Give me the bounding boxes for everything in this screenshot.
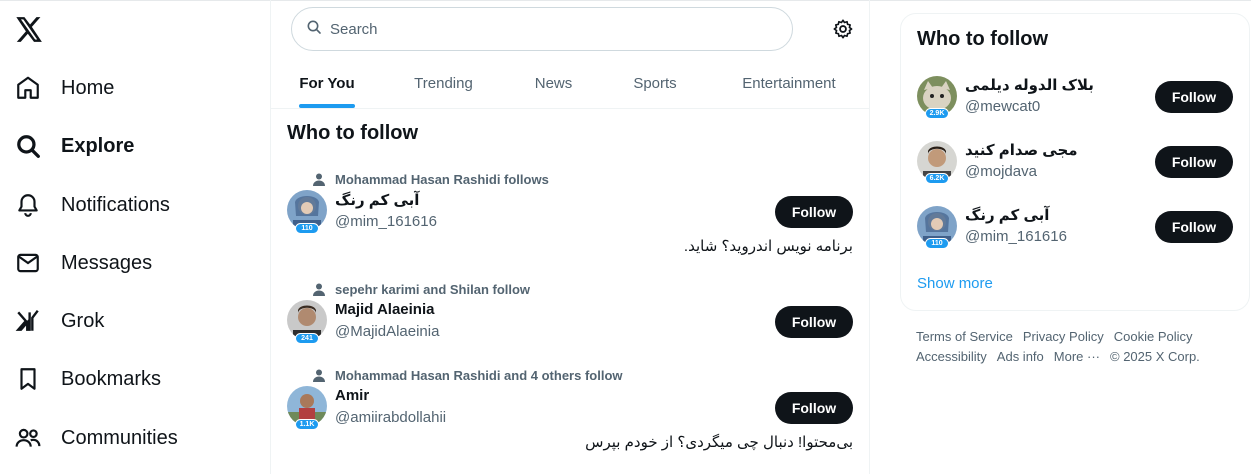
x-logo-icon[interactable] bbox=[14, 14, 44, 44]
tab-label: Trending bbox=[414, 74, 473, 92]
cookie-link[interactable]: Cookie Policy bbox=[1114, 329, 1193, 344]
user-bio: بی‌محتوا! دنبال چی میگردی؟ از خودم بپرس bbox=[585, 434, 853, 451]
user-handle[interactable]: @MajidAlaeinia bbox=[335, 323, 439, 340]
user-name[interactable]: آبی کم رنگ bbox=[335, 191, 419, 209]
show-more-link[interactable]: Show more bbox=[917, 275, 993, 292]
follow-button[interactable]: Follow bbox=[1155, 211, 1233, 243]
active-tab-indicator bbox=[299, 104, 355, 108]
search-input[interactable] bbox=[330, 20, 770, 38]
tab-trending[interactable]: Trending bbox=[396, 58, 491, 108]
bookmark-icon bbox=[14, 365, 42, 393]
person-icon bbox=[311, 281, 327, 297]
follow-suggestion-card[interactable]: Mohammad Hasan Rashidi and 4 others foll… bbox=[271, 361, 869, 461]
people-icon bbox=[14, 424, 42, 452]
search-icon bbox=[14, 132, 42, 160]
more-menu-link[interactable]: More ··· bbox=[1054, 349, 1100, 364]
user-handle[interactable]: @mojdava bbox=[965, 163, 1037, 180]
tab-for-you[interactable]: For You bbox=[287, 58, 367, 108]
person-icon bbox=[311, 171, 327, 187]
envelope-icon bbox=[14, 249, 42, 277]
gear-icon[interactable] bbox=[832, 18, 854, 40]
divider bbox=[869, 0, 870, 474]
tab-sports[interactable]: Sports bbox=[615, 58, 695, 108]
nav-label: Communities bbox=[61, 426, 178, 449]
left-sidebar: Home Explore Notifications Messages Grok… bbox=[0, 0, 270, 474]
nav-label: Bookmarks bbox=[61, 367, 162, 390]
follower-count-badge: 110 bbox=[295, 223, 319, 234]
nav-label: Messages bbox=[61, 251, 153, 274]
context-text: sepehr karimi and Shilan follow bbox=[335, 281, 531, 297]
nav-grok[interactable]: Grok bbox=[14, 301, 104, 341]
accessibility-link[interactable]: Accessibility bbox=[916, 349, 987, 364]
section-title: Who to follow bbox=[287, 122, 419, 144]
nav-messages[interactable]: Messages bbox=[14, 243, 152, 283]
person-icon bbox=[311, 367, 327, 383]
nav-label: Home bbox=[61, 76, 115, 99]
nav-notifications[interactable]: Notifications bbox=[14, 185, 170, 225]
main-column: For You Trending News Sports Entertainme… bbox=[271, 0, 869, 474]
follow-button[interactable]: Follow bbox=[775, 306, 853, 338]
ads-info-link[interactable]: Ads info bbox=[997, 349, 1044, 364]
user-handle[interactable]: @amiirabdollahii bbox=[335, 409, 446, 426]
tab-label: For You bbox=[299, 74, 355, 92]
privacy-link[interactable]: Privacy Policy bbox=[1023, 329, 1104, 344]
nav-label: Notifications bbox=[61, 193, 170, 216]
nav-communities[interactable]: Communities bbox=[14, 418, 178, 458]
user-name[interactable]: مجی صدام کنید bbox=[965, 141, 1078, 159]
tab-label: Sports bbox=[633, 74, 677, 92]
user-name[interactable]: Amir bbox=[335, 387, 369, 404]
social-context: Mohammad Hasan Rashidi follows bbox=[311, 171, 549, 187]
context-text: Mohammad Hasan Rashidi and 4 others foll… bbox=[335, 367, 623, 383]
tab-label: Entertainment bbox=[742, 74, 836, 92]
who-to-follow-panel: Who to follow 2.9K بلاک الدوله دیلمی @me… bbox=[900, 13, 1250, 311]
follow-suggestion-card[interactable]: Mohammad Hasan Rashidi follows 110 آبی ک… bbox=[271, 165, 869, 265]
follower-count-badge: 110 bbox=[925, 238, 949, 249]
user-name[interactable]: بلاک الدوله دیلمی bbox=[965, 76, 1094, 94]
home-icon bbox=[14, 74, 42, 102]
sidebar-user-row[interactable]: 110 آبی کم رنگ @mim_161616 Follow bbox=[901, 202, 1251, 262]
tab-news[interactable]: News bbox=[516, 58, 591, 108]
footer-links: Terms of Service Privacy Policy Cookie Pol… bbox=[916, 327, 1236, 367]
context-text: Mohammad Hasan Rashidi follows bbox=[335, 171, 549, 187]
bell-icon bbox=[14, 191, 42, 219]
sidebar-user-row[interactable]: 6.2K مجی صدام کنید @mojdava Follow bbox=[901, 137, 1251, 197]
follower-count-badge: 241 bbox=[295, 333, 319, 344]
follow-button[interactable]: Follow bbox=[775, 196, 853, 228]
follow-button[interactable]: Follow bbox=[1155, 81, 1233, 113]
follower-count-badge: 1.1K bbox=[295, 419, 319, 430]
nav-explore[interactable]: Explore bbox=[14, 126, 134, 166]
tab-entertainment[interactable]: Entertainment bbox=[729, 58, 849, 108]
nav-label: Grok bbox=[61, 309, 105, 332]
sidebar-user-row[interactable]: 2.9K بلاک الدوله دیلمی @mewcat0 Follow bbox=[901, 72, 1251, 132]
follower-count-badge: 6.2K bbox=[925, 173, 949, 184]
terms-link[interactable]: Terms of Service bbox=[916, 329, 1013, 344]
user-bio: برنامه نویس اندروید؟ شاید. bbox=[683, 238, 853, 255]
social-context: sepehr karimi and Shilan follow bbox=[311, 281, 530, 297]
social-context: Mohammad Hasan Rashidi and 4 others foll… bbox=[311, 367, 623, 383]
follow-suggestion-card[interactable]: sepehr karimi and Shilan follow 241 Maji… bbox=[271, 275, 869, 355]
user-name[interactable]: آبی کم رنگ bbox=[965, 206, 1049, 224]
follower-count-badge: 2.9K bbox=[925, 108, 949, 119]
copyright-text: © 2025 X Corp. bbox=[1110, 349, 1200, 364]
nav-bookmarks[interactable]: Bookmarks bbox=[14, 359, 161, 399]
user-handle[interactable]: @mim_161616 bbox=[965, 228, 1067, 245]
user-handle[interactable]: @mim_161616 bbox=[335, 213, 437, 230]
nav-home[interactable]: Home bbox=[14, 68, 114, 108]
user-handle[interactable]: @mewcat0 bbox=[965, 98, 1040, 115]
follow-button[interactable]: Follow bbox=[1155, 146, 1233, 178]
search-icon bbox=[306, 19, 322, 40]
search-box[interactable] bbox=[291, 7, 793, 51]
tab-label: News bbox=[534, 74, 573, 92]
panel-title: Who to follow bbox=[917, 28, 1049, 50]
follow-button[interactable]: Follow bbox=[775, 392, 853, 424]
explore-tabs: For You Trending News Sports Entertainme… bbox=[271, 58, 869, 109]
user-name[interactable]: Majid Alaeinia bbox=[335, 301, 434, 318]
nav-label: Explore bbox=[61, 134, 135, 157]
grok-icon bbox=[14, 307, 42, 335]
